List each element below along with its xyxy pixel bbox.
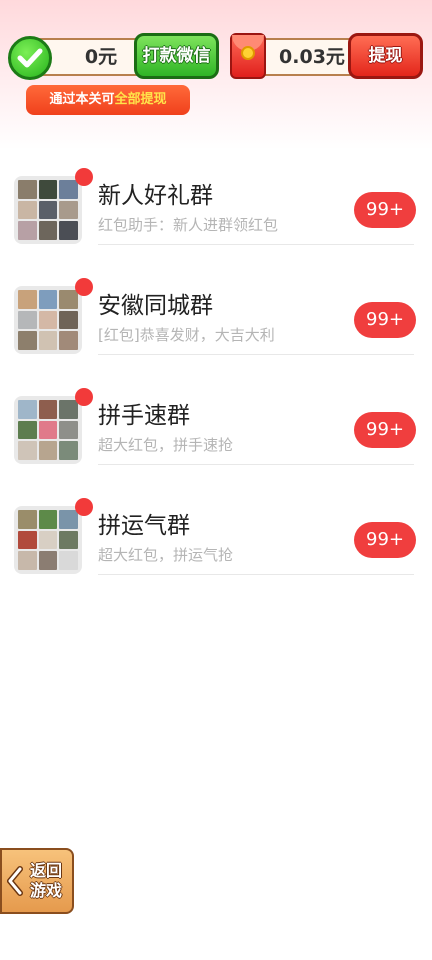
redpacket-balance-value: 0.03元 xyxy=(279,46,345,68)
withdraw-wechat-button[interactable]: 打款微信 xyxy=(134,33,219,79)
group-avatar xyxy=(14,176,82,244)
chevron-left-icon xyxy=(4,861,26,901)
group-row[interactable]: 拼运气群 超大红包，拼运气抢 99+ xyxy=(0,492,432,602)
withdraw-button[interactable]: 提现 xyxy=(348,33,423,79)
avatar-tile xyxy=(38,221,58,240)
avatar-tile xyxy=(38,551,58,570)
avatar-tile xyxy=(18,551,37,570)
group-avatar xyxy=(14,396,82,464)
group-title: 安徽同城群 xyxy=(98,293,213,319)
avatar-tile xyxy=(38,441,58,460)
avatar-tile xyxy=(38,200,58,220)
row-divider xyxy=(98,354,414,355)
avatar-tile xyxy=(59,200,78,220)
group-row[interactable]: 新人好礼群 红包助手：新人进群领红包 99+ xyxy=(0,162,432,272)
avatar-tile xyxy=(38,310,58,330)
group-last-message: 红包助手：新人进群领红包 xyxy=(98,216,279,234)
avatar-tile xyxy=(38,180,58,199)
back-label-line2: 游戏 xyxy=(29,881,62,900)
avatar-tile xyxy=(18,290,37,309)
avatar-tile xyxy=(38,510,58,529)
wechat-balance-value: 0元 xyxy=(84,46,118,68)
group-title: 拼手速群 xyxy=(98,403,190,429)
avatar-tile xyxy=(59,441,78,460)
avatar-tile xyxy=(59,400,78,419)
avatar-tile xyxy=(18,400,37,419)
hint-highlight: 全部提现 xyxy=(114,92,167,107)
row-divider xyxy=(98,574,414,575)
group-row[interactable]: 安徽同城群 [红包]恭喜发财，大吉大利 99+ xyxy=(0,272,432,382)
unread-dot xyxy=(75,388,93,406)
withdraw-hint-tag: 通过本关可全部提现 xyxy=(26,85,190,115)
avatar-tile xyxy=(59,290,78,309)
avatar-tile xyxy=(18,510,37,529)
group-last-message: 超大红包，拼运气抢 xyxy=(98,546,234,564)
unread-dot xyxy=(75,278,93,296)
avatar-tile xyxy=(59,221,78,240)
avatar-tile xyxy=(18,310,37,330)
avatar-tile xyxy=(38,331,58,350)
avatar-tile xyxy=(59,510,78,529)
unread-count-badge: 99+ xyxy=(354,522,416,558)
unread-count-badge: 99+ xyxy=(354,412,416,448)
check-icon xyxy=(8,36,52,80)
avatar-tile xyxy=(59,551,78,570)
group-last-message: [红包]恭喜发财，大吉大利 xyxy=(98,326,275,344)
avatar-tile xyxy=(18,441,37,460)
avatar-tile xyxy=(38,290,58,309)
avatar-tile xyxy=(18,530,37,550)
avatar-tile xyxy=(38,530,58,550)
avatar-tile xyxy=(18,331,37,350)
group-last-message: 超大红包，拼手速抢 xyxy=(98,436,234,454)
avatar-tile xyxy=(18,180,37,199)
avatar-tile xyxy=(59,420,78,440)
avatar-tile xyxy=(38,420,58,440)
row-divider xyxy=(98,464,414,465)
unread-count-badge: 99+ xyxy=(354,302,416,338)
avatar-tile xyxy=(59,310,78,330)
red-envelope-icon xyxy=(230,33,266,79)
back-label-line1: 返回 xyxy=(29,861,62,880)
group-avatar xyxy=(14,506,82,574)
avatar-tile xyxy=(59,530,78,550)
avatar-tile xyxy=(18,200,37,220)
group-avatar xyxy=(14,286,82,354)
unread-count-badge: 99+ xyxy=(354,192,416,228)
back-to-game-button[interactable]: 返回 游戏 xyxy=(0,848,74,914)
avatar-tile xyxy=(59,331,78,350)
avatar-tile xyxy=(18,221,37,240)
group-row[interactable]: 拼手速群 超大红包，拼手速抢 99+ xyxy=(0,382,432,492)
group-title: 新人好礼群 xyxy=(98,183,213,209)
unread-dot xyxy=(75,168,93,186)
back-to-game-label: 返回 游戏 xyxy=(26,861,66,901)
row-divider xyxy=(98,244,414,245)
avatar-tile xyxy=(38,400,58,419)
group-title: 拼运气群 xyxy=(98,513,190,539)
hint-prefix: 通过本关可 xyxy=(49,92,115,107)
avatar-tile xyxy=(18,420,37,440)
unread-dot xyxy=(75,498,93,516)
group-list: 新人好礼群 红包助手：新人进群领红包 99+ 安徽同城群 [红包]恭喜发财，大吉… xyxy=(0,162,432,602)
avatar-tile xyxy=(59,180,78,199)
